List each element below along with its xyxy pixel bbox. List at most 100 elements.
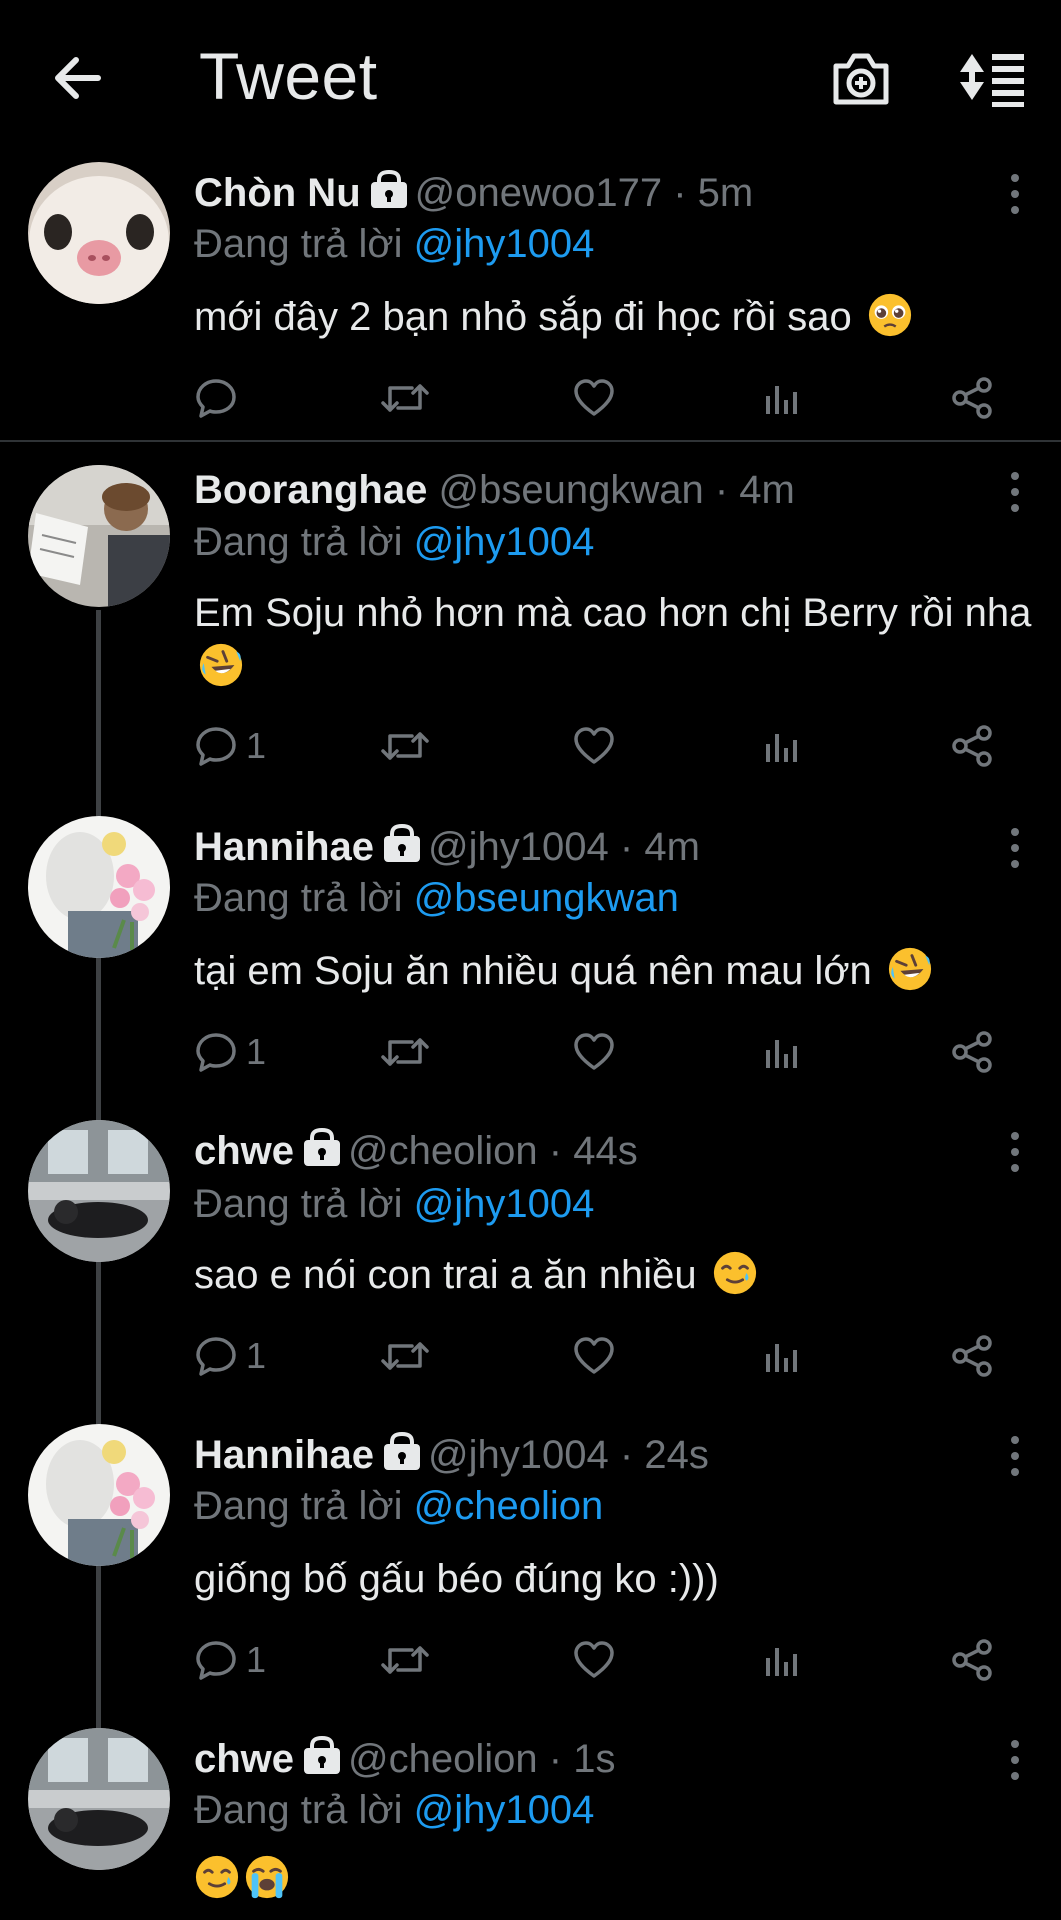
retweet-button[interactable] — [380, 1332, 430, 1380]
replying-to: Đang trả lời @jhy1004 — [194, 222, 594, 267]
share-button[interactable] — [950, 1636, 994, 1684]
like-button[interactable] — [572, 1332, 616, 1380]
reply-button[interactable] — [194, 374, 238, 422]
retweet-button[interactable] — [380, 1636, 430, 1684]
more-icon[interactable] — [1005, 470, 1025, 514]
reply-count: 1 — [246, 1639, 267, 1680]
reply-button[interactable]: 1 — [194, 1636, 266, 1684]
sort-button[interactable] — [956, 48, 1028, 108]
lock-icon — [382, 1432, 422, 1472]
avatar-chwe[interactable] — [28, 1120, 170, 1262]
room-avatar-image — [28, 1120, 170, 1262]
lock-icon — [382, 824, 422, 864]
tweet-header: Chòn Nu @onewoo177 · 5m — [194, 170, 753, 216]
like-button[interactable] — [572, 1636, 616, 1684]
reply-button[interactable]: 1 — [194, 722, 266, 770]
reply-icon — [194, 1638, 238, 1682]
timestamp: · 5m — [673, 171, 754, 215]
action-bar — [194, 374, 1014, 422]
retweet-button[interactable] — [380, 374, 430, 422]
more-icon[interactable] — [1005, 826, 1025, 870]
share-button[interactable] — [950, 722, 994, 770]
tweet-text-content: mới đây 2 bạn nhỏ sắp đi học rồi sao — [194, 295, 852, 339]
pleading-face-emoji — [867, 292, 913, 338]
display-name[interactable]: chwe — [194, 1737, 294, 1781]
tweet-header: Booranghae @bseungkwan · 4m — [194, 468, 795, 513]
divider — [0, 440, 1061, 442]
display-name[interactable]: chwe — [194, 1129, 294, 1173]
tweet-text-content: tại em Soju ăn nhiều quá nên mau lớn — [194, 949, 872, 993]
back-button[interactable] — [48, 48, 108, 108]
user-handle[interactable]: @cheolion — [348, 1129, 538, 1173]
loudly-crying-emoji — [244, 1854, 290, 1900]
flowers-avatar-image — [28, 1424, 170, 1566]
avatar-hannihae[interactable] — [28, 1424, 170, 1566]
views-button[interactable] — [760, 722, 804, 770]
reply-button[interactable]: 1 — [194, 1332, 266, 1380]
avatar-cat[interactable] — [28, 162, 170, 304]
avatar-chwe[interactable] — [28, 1728, 170, 1870]
replying-to: Đang trả lời @cheolion — [194, 1484, 603, 1529]
views-icon — [760, 1030, 804, 1074]
lock-icon — [302, 1128, 342, 1168]
mention-link[interactable]: @jhy1004 — [414, 1182, 595, 1226]
display-name[interactable]: Hannihae — [194, 825, 374, 869]
top-bar: Tweet — [0, 0, 1061, 150]
more-icon[interactable] — [1005, 1738, 1025, 1782]
reply-count: 1 — [246, 1335, 267, 1376]
cat-avatar-image — [28, 162, 170, 304]
heart-icon — [572, 1638, 616, 1682]
views-button[interactable] — [760, 1332, 804, 1380]
timestamp: · 4m — [714, 468, 795, 512]
more-icon[interactable] — [1005, 1130, 1025, 1174]
action-bar: 1 — [194, 1028, 1014, 1076]
mention-link[interactable]: @jhy1004 — [414, 222, 595, 266]
retweet-button[interactable] — [380, 722, 430, 770]
display-name[interactable]: Booranghae — [194, 468, 427, 512]
reply-icon — [194, 1334, 238, 1378]
mention-link[interactable]: @bseungkwan — [414, 876, 679, 920]
timestamp: · 24s — [619, 1433, 709, 1477]
mention-link[interactable]: @jhy1004 — [414, 520, 595, 564]
display-name[interactable]: Hannihae — [194, 1433, 374, 1477]
lock-icon — [369, 170, 409, 210]
flowers-avatar-image — [28, 816, 170, 958]
like-button[interactable] — [572, 374, 616, 422]
reply-button[interactable]: 1 — [194, 1028, 266, 1076]
share-button[interactable] — [950, 374, 994, 422]
tweet-header: chwe @cheolion · 44s — [194, 1128, 638, 1174]
more-icon[interactable] — [1005, 1434, 1025, 1478]
user-handle[interactable]: @onewoo177 — [415, 171, 662, 215]
mention-link[interactable]: @cheolion — [414, 1484, 604, 1528]
retweet-icon — [380, 1334, 430, 1378]
tweet-text: tại em Soju ăn nhiều quá nên mau lớn — [194, 944, 1034, 998]
reply-prefix: Đang trả lời — [194, 1484, 403, 1528]
more-icon[interactable] — [1005, 172, 1025, 216]
display-name[interactable]: Chòn Nu — [194, 171, 361, 215]
share-button[interactable] — [950, 1028, 994, 1076]
camera-add-button[interactable] — [828, 48, 894, 110]
arrow-left-icon — [55, 57, 101, 99]
like-button[interactable] — [572, 722, 616, 770]
views-button[interactable] — [760, 1028, 804, 1076]
user-handle[interactable]: @jhy1004 — [428, 825, 609, 869]
user-handle[interactable]: @bseungkwan — [438, 468, 703, 512]
mention-link[interactable]: @jhy1004 — [414, 1788, 595, 1832]
retweet-button[interactable] — [380, 1028, 430, 1076]
avatar-booranghae[interactable] — [28, 465, 170, 607]
user-handle[interactable]: @jhy1004 — [428, 1433, 609, 1477]
reply-prefix: Đang trả lời — [194, 1788, 403, 1832]
person-reading-avatar-image — [28, 465, 170, 607]
action-bar: 1 — [194, 1332, 1014, 1380]
views-button[interactable] — [760, 1636, 804, 1684]
share-icon — [950, 1638, 994, 1682]
share-button[interactable] — [950, 1332, 994, 1380]
like-button[interactable] — [572, 1028, 616, 1076]
lock-icon — [302, 1736, 342, 1776]
views-button[interactable] — [760, 374, 804, 422]
share-icon — [950, 724, 994, 768]
user-handle[interactable]: @cheolion — [348, 1737, 538, 1781]
tweet-text: mới đây 2 bạn nhỏ sắp đi học rồi sao — [194, 290, 1034, 344]
replying-to: Đang trả lời @jhy1004 — [194, 1788, 594, 1833]
avatar-hannihae[interactable] — [28, 816, 170, 958]
